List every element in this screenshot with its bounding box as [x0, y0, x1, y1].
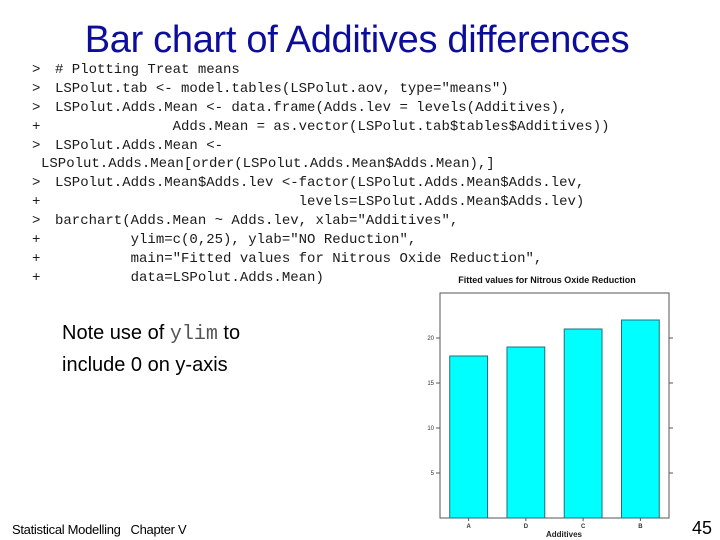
y-tick-label: 20 [427, 336, 434, 342]
code-text: data=LSPolut.Adds.Mean) [55, 269, 324, 286]
code-prompt: > [32, 80, 41, 97]
note-text-before: Note use of [62, 322, 170, 344]
code-text: levels=LSPolut.Adds.Mean$Adds.lev) [55, 194, 585, 211]
note-text: Note use of ylim to include 0 on y-axis [62, 318, 240, 380]
code-text: Adds.Mean = as.vector(LSPolut.tab$tables… [55, 118, 610, 135]
note-text-after: to [217, 322, 241, 344]
code-prompt: + [32, 269, 41, 286]
code-line: > LSPolut.Adds.Mean <- data.frame(Adds.le… [32, 99, 610, 118]
chart-title: Fitted values for Nitrous Oxide Reductio… [458, 275, 636, 285]
code-line: > # Plotting Treat means [32, 61, 610, 80]
code-prompt: + [32, 232, 41, 249]
code-line: LSPolut.Adds.Mean[order(LSPolut.Adds.Mea… [32, 155, 610, 174]
note-line-1: Note use of ylim to [62, 318, 240, 350]
bar-b [620, 319, 660, 519]
code-text: LSPolut.Adds.Mean <- data.frame(Adds.lev… [55, 99, 568, 116]
bar-chart: Fitted values for Nitrous Oxide Reductio… [427, 275, 673, 539]
code-text: LSPolut.tab <- model.tables(LSPolut.aov,… [55, 80, 509, 97]
code-line: > LSPolut.Adds.Mean <- [32, 137, 610, 156]
code-text: LSPolut.Adds.Mean$Adds.lev <-factor(LSPo… [55, 175, 585, 192]
code-text: # Plotting Treat means [55, 62, 240, 78]
bar-c [563, 328, 603, 519]
code-prompt: > [32, 213, 41, 230]
x-tick-label: A [466, 524, 471, 530]
code-prompt: + [32, 194, 41, 211]
code-prompt: + [32, 118, 41, 135]
x-axis-label: Additives [546, 530, 583, 539]
code-text: barchart(Adds.Mean ~ Adds.lev, xlab="Add… [55, 213, 459, 230]
slide-title-text: Bar chart of Additives differences [84, 19, 630, 61]
y-tick-label: 10 [427, 426, 434, 432]
note-code-ylim: ylim [169, 323, 218, 346]
x-tick-label: B [638, 524, 643, 530]
code-prompt: > [32, 99, 41, 116]
r-code-block: > # Plotting Treat means > LSPolut.tab <- m… [32, 61, 610, 288]
bar-a [449, 355, 489, 519]
plot-area: 5101520A D C B [427, 292, 673, 530]
code-line: > barchart(Adds.Mean ~ Adds.lev, xlab="Ad… [32, 212, 610, 231]
code-text: ylim=c(0,25), ylab="NO Reduction", [55, 232, 417, 249]
footer-course-title: Statistical Modelling Chapter V [12, 522, 187, 537]
y-tick-label: 5 [431, 471, 435, 477]
code-line: + ylim=c(0,25), ylab="NO Reduction", [32, 231, 610, 250]
note-line-2: include 0 on y-axis [62, 354, 228, 376]
code-text: main="Fitted values for Nitrous Oxide Re… [55, 250, 543, 267]
x-tick-label: D [524, 524, 529, 530]
bar-d [506, 346, 546, 519]
y-tick-label: 15 [427, 381, 434, 387]
code-prompt: > [32, 137, 41, 154]
code-line: + levels=LSPolut.Adds.Mean$Adds.lev) [32, 193, 610, 212]
code-text: LSPolut.Adds.Mean[order(LSPolut.Adds.Mea… [41, 156, 495, 173]
code-text: LSPolut.Adds.Mean <- [55, 137, 224, 154]
code-line: > LSPolut.Adds.Mean$Adds.lev <-factor(LSP… [32, 174, 610, 193]
code-prompt: + [32, 250, 41, 267]
code-prompt: > [32, 62, 41, 78]
code-line: + Adds.Mean = as.vector(LSPolut.tab$tabl… [32, 118, 610, 137]
slide-title: Bar chart of Additives differences [0, 16, 720, 64]
code-line: > LSPolut.tab <- model.tables(LSPolut.aov… [32, 80, 610, 99]
code-line: + main="Fitted values for Nitrous Oxide … [32, 250, 610, 269]
code-prompt: > [32, 175, 41, 192]
page-number: 45 [692, 518, 713, 538]
